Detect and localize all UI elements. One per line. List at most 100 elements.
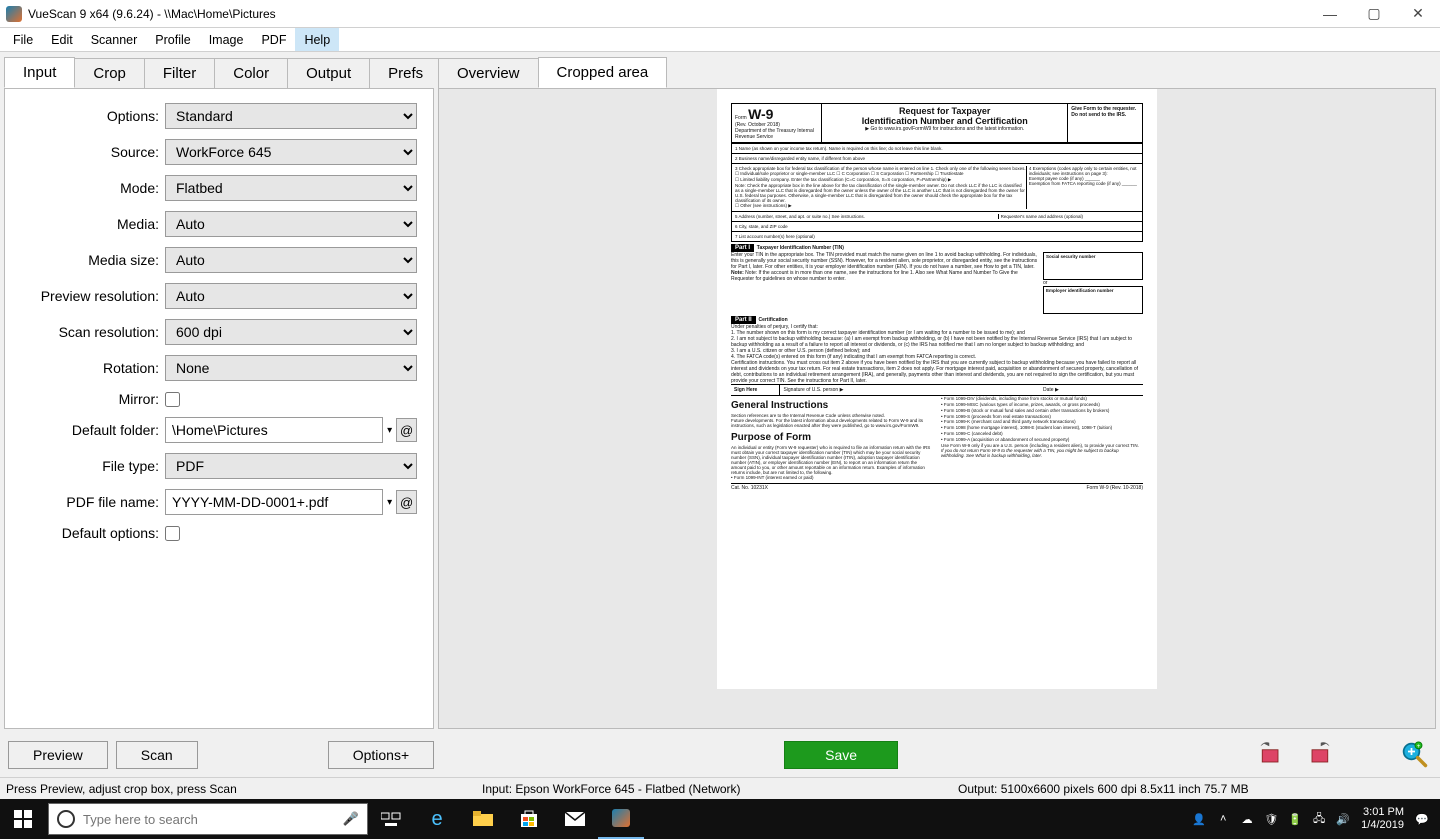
close-button[interactable]: ✕ — [1396, 0, 1440, 28]
doc-purpose-body: An individual or entity (Form W-9 reques… — [731, 445, 933, 475]
preview-button[interactable]: Preview — [8, 741, 108, 769]
tray-onedrive-icon[interactable]: ☁ — [1239, 811, 1255, 827]
preview-document: Form W-9 (Rev. October 2018) Department … — [717, 89, 1157, 689]
dropdown-pdf-file-name[interactable]: ▾ — [387, 497, 392, 508]
titlebar: VueScan 9 x64 (9.6.24) - \\Mac\Home\Pict… — [0, 0, 1440, 28]
doc-form-code: W-9 — [748, 106, 773, 122]
dropdown-default-folder[interactable]: ▾ — [387, 425, 392, 436]
maximize-button[interactable]: ▢ — [1352, 0, 1396, 28]
taskbar-explorer-icon[interactable] — [460, 799, 506, 839]
label-mode: Mode: — [21, 180, 159, 196]
doc-catno: Cat. No. 10231X — [731, 485, 1087, 491]
checkbox-mirror[interactable] — [165, 392, 180, 407]
doc-part1-note: Note: If the account is in more than one… — [731, 270, 1018, 282]
tab-prefs[interactable]: Prefs — [369, 58, 442, 88]
save-button[interactable]: Save — [784, 741, 898, 769]
doc-form-label: Form — [735, 115, 747, 121]
rotate-left-icon[interactable] — [1254, 738, 1288, 772]
input-pdf-file-name[interactable] — [165, 489, 383, 515]
doc-part2-title: Certification — [758, 317, 787, 323]
at-button-folder[interactable]: @ — [396, 418, 417, 442]
select-options[interactable]: Standard — [165, 103, 417, 129]
doc-line5r: Requester's name and address (optional) — [998, 214, 1139, 219]
doc-line2: 2 Business name/disregarded entity name,… — [732, 153, 1142, 163]
label-preview-res: Preview resolution: — [21, 288, 159, 304]
doc-right-bullets: Form 1099-DIV (dividends, including thos… — [941, 396, 1143, 443]
taskbar-time: 3:01 PM — [1361, 806, 1404, 819]
taskbar-edge-icon[interactable]: e — [414, 799, 460, 839]
task-view-icon[interactable] — [368, 799, 414, 839]
doc-bul-int: Form 1099-INT (interest earned or paid) — [731, 475, 933, 481]
taskbar-search-input[interactable] — [83, 812, 335, 827]
tray-people-icon[interactable]: 👤 — [1191, 811, 1207, 827]
label-scan-res: Scan resolution: — [21, 324, 159, 340]
label-rotation: Rotation: — [21, 360, 159, 376]
select-mode[interactable]: Flatbed — [165, 175, 417, 201]
select-rotation[interactable]: None — [165, 355, 417, 381]
tab-input[interactable]: Input — [4, 57, 75, 88]
select-file-type[interactable]: PDF — [165, 453, 417, 479]
tray-notifications-icon[interactable]: 💬 — [1414, 811, 1430, 827]
tab-overview[interactable]: Overview — [438, 58, 539, 88]
input-default-folder[interactable] — [165, 417, 383, 443]
doc-line6: 6 City, state, and ZIP code — [732, 221, 1142, 231]
label-mirror: Mirror: — [21, 391, 159, 407]
menu-pdf[interactable]: PDF — [252, 28, 295, 51]
doc-date: Date ▶ — [1040, 385, 1143, 395]
scan-button[interactable]: Scan — [116, 741, 198, 769]
doc-dept: Department of the Treasury Internal Reve… — [735, 128, 814, 140]
label-source: Source: — [21, 144, 159, 160]
checkbox-default-options[interactable] — [165, 526, 180, 541]
taskbar-search[interactable]: 🎤 — [48, 803, 368, 835]
at-button-filename[interactable]: @ — [396, 490, 417, 514]
doc-note: Note: Check the appropriate box in the l… — [735, 183, 1026, 203]
tab-crop[interactable]: Crop — [74, 58, 145, 88]
mic-icon[interactable]: 🎤 — [343, 811, 359, 827]
cortana-icon — [57, 810, 75, 828]
status-center: Input: Epson WorkForce 645 - Flatbed (Ne… — [482, 782, 958, 796]
rotate-right-icon[interactable] — [1302, 738, 1336, 772]
tab-filter[interactable]: Filter — [144, 58, 215, 88]
select-media-size[interactable]: Auto — [165, 247, 417, 273]
label-default-folder: Default folder: — [21, 422, 159, 438]
tray-network-icon[interactable]: 🖧 — [1311, 811, 1327, 827]
tab-output[interactable]: Output — [287, 58, 370, 88]
tray-battery-icon[interactable]: 🔋 — [1287, 811, 1303, 827]
tray-volume-icon[interactable]: 🔊 — [1335, 811, 1351, 827]
body: Input Crop Filter Color Output Prefs Opt… — [0, 52, 1440, 733]
select-scan-res[interactable]: 600 dpi — [165, 319, 417, 345]
menu-scanner[interactable]: Scanner — [82, 28, 147, 51]
tab-color[interactable]: Color — [214, 58, 288, 88]
taskbar-store-icon[interactable] — [506, 799, 552, 839]
menu-edit[interactable]: Edit — [42, 28, 82, 51]
doc-ssn-label: Social security number — [1046, 254, 1096, 259]
menu-image[interactable]: Image — [200, 28, 253, 51]
doc-ein-label: Employer identification number — [1046, 288, 1114, 293]
label-default-options: Default options: — [21, 525, 159, 541]
taskbar-clock[interactable]: 3:01 PM 1/4/2019 — [1361, 806, 1404, 832]
label-options: Options: — [21, 108, 159, 124]
doc-line4: 4 Exemptions (codes apply only to certai… — [1029, 166, 1139, 176]
doc-line7: 7 List account number(s) here (optional) — [732, 231, 1142, 241]
taskbar-vuescan-icon[interactable] — [598, 799, 644, 839]
select-preview-res[interactable]: Auto — [165, 283, 417, 309]
tray-defender-icon[interactable]: 🛡 — [1263, 811, 1279, 827]
taskbar: 🎤 e 👤 ˄ ☁ 🛡 🔋 🖧 🔊 3:01 PM 1/4/2019 💬 — [0, 799, 1440, 839]
tab-cropped-area[interactable]: Cropped area — [538, 57, 668, 88]
minimize-button[interactable]: — — [1308, 0, 1352, 28]
start-button[interactable] — [0, 799, 46, 839]
menu-file[interactable]: File — [4, 28, 42, 51]
options-button[interactable]: Options+ — [328, 741, 434, 769]
menu-profile[interactable]: Profile — [146, 28, 199, 51]
left-tabstrip: Input Crop Filter Color Output Prefs — [4, 56, 434, 88]
status-left: Press Preview, adjust crop box, press Sc… — [6, 782, 482, 796]
select-media[interactable]: Auto — [165, 211, 417, 237]
select-source[interactable]: WorkForce 645 — [165, 139, 417, 165]
taskbar-mail-icon[interactable] — [552, 799, 598, 839]
menu-help[interactable]: Help — [295, 28, 339, 51]
doc-part1-body: Enter your TIN in the appropriate box. T… — [731, 252, 1039, 270]
preview-area[interactable]: Form W-9 (Rev. October 2018) Department … — [438, 88, 1436, 729]
doc-part2: Part II — [731, 316, 756, 324]
zoom-in-icon[interactable]: + — [1398, 738, 1432, 772]
tray-up-icon[interactable]: ˄ — [1215, 811, 1231, 827]
